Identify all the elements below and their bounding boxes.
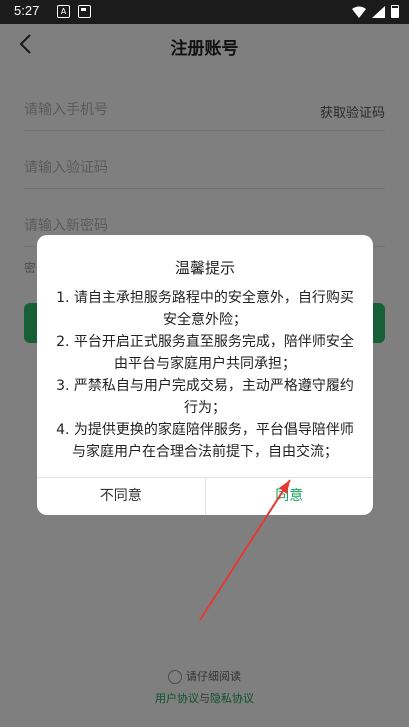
status-indicators <box>352 5 399 18</box>
dialog-title: 温馨提示 <box>174 259 235 277</box>
battery-icon <box>391 5 399 18</box>
disagree-button[interactable]: 不同意 <box>37 478 206 515</box>
tips-dialog: 温馨提示 1. 请自主承担服务路程中的安全意外，自行购买安全意外险； 2. 平台… <box>37 235 373 515</box>
notification-box-icon <box>78 5 91 18</box>
dialog-item: 2. 平台开启正式服务直至服务完成，陪伴师安全由平台与家庭用户共同承担； <box>56 334 354 372</box>
dialog-footer: 不同意 同意 <box>37 477 373 515</box>
agree-button[interactable]: 同意 <box>206 478 374 515</box>
signal-icon <box>372 5 385 18</box>
status-bar: 5:27 A <box>0 0 409 24</box>
dialog-item: 3. 严禁私自与用户完成交易，主动严格遵守履约行为； <box>56 378 354 416</box>
status-time: 5:27 <box>14 3 40 18</box>
dialog-item: 4. 为提供更换的家庭陪伴服务，平台倡导陪伴师与家庭用户在合理合法前提下，自由交… <box>56 422 354 460</box>
dialog-content: 1. 请自主承担服务路程中的安全意外，自行购买安全意外险； 2. 平台开启正式服… <box>51 287 359 463</box>
wifi-icon <box>352 6 366 18</box>
dialog-item: 1. 请自主承担服务路程中的安全意外，自行购买安全意外险； <box>56 290 354 328</box>
notification-a-icon: A <box>57 5 70 18</box>
